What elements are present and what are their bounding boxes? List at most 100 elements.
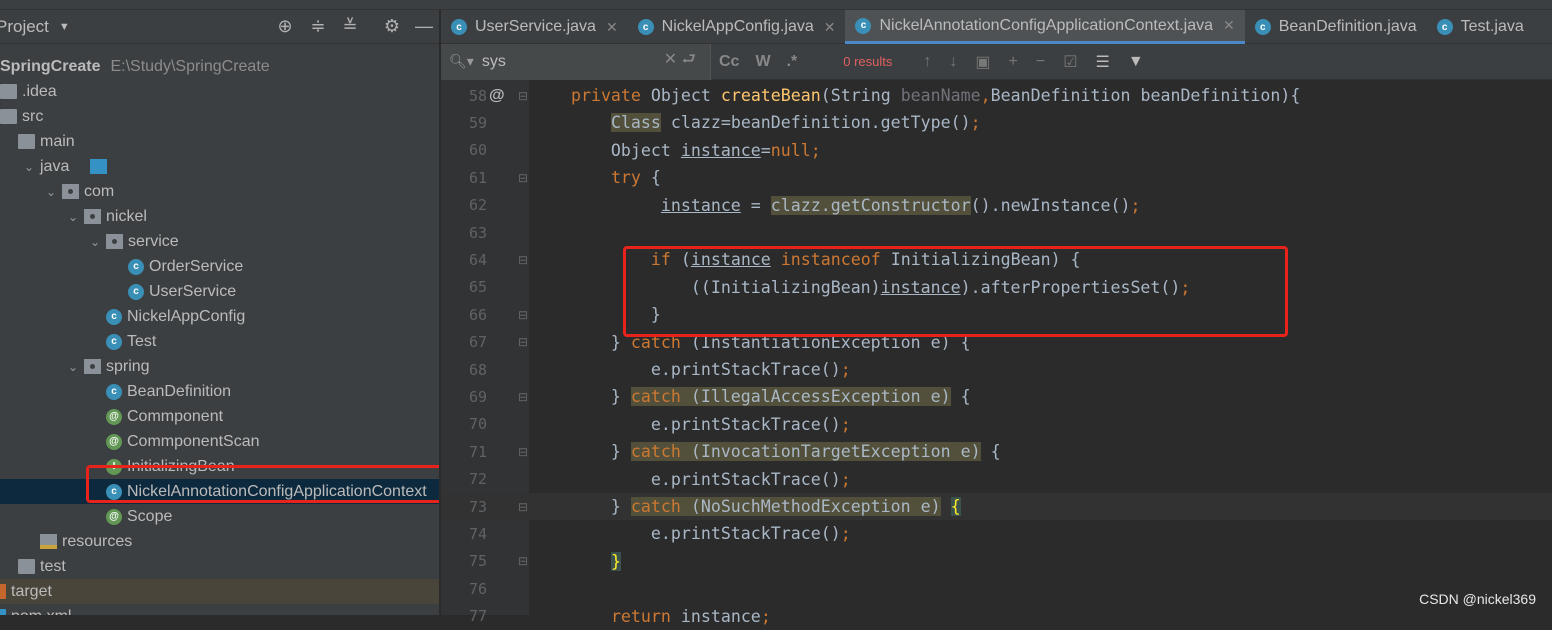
line-number: 74 (468, 524, 487, 543)
tree-item[interactable]: c Test (0, 329, 439, 354)
code-token: e.printStackTrace() (531, 469, 841, 489)
search-input[interactable]: sys (482, 53, 506, 71)
chevron-down-icon[interactable]: ⌄ (66, 210, 80, 224)
code-line[interactable]: 69 ⊟ } catch (IllegalAccessException e) { (441, 383, 1552, 410)
fold-icon[interactable]: ⊟ (518, 500, 528, 514)
tree-item[interactable]: resources (0, 529, 439, 554)
chevron-down-icon[interactable]: ⌄ (66, 360, 80, 374)
tree-item[interactable]: c BeanDefinition (0, 379, 439, 404)
code-token: clazz=beanDefinition.getType() (660, 113, 971, 133)
match-case-toggle[interactable]: Cc (719, 53, 739, 71)
code-token: (IllegalAccessException e) (680, 387, 951, 407)
remove-occurrence-icon[interactable]: − (1036, 53, 1045, 71)
code-line[interactable]: 71 ⊟ } catch (InvocationTargetException e… (441, 438, 1552, 465)
tree-item[interactable]: src (0, 104, 439, 129)
tree-item[interactable]: pom.xml (0, 604, 439, 615)
chevron-down-icon[interactable]: ⌄ (88, 235, 102, 249)
filter-lines-icon[interactable]: ☰ (1096, 52, 1110, 72)
code-line[interactable]: 74 e.printStackTrace(); (441, 520, 1552, 547)
line-number: 68 (468, 360, 487, 379)
tab-userservice-java[interactable]: c UserService.java ✕ (441, 10, 628, 44)
code-line[interactable]: 63 (441, 219, 1552, 246)
tab-nickelappconfig-java[interactable]: c NickelAppConfig.java ✕ (628, 10, 846, 44)
tree-item[interactable]: test (0, 554, 439, 579)
code-token: ().newInstance() (970, 195, 1131, 215)
code-editor[interactable]: 58 @ ⊟ private Object createBean(String be… (441, 80, 1552, 626)
tree-item[interactable]: c NickelAppConfig (0, 304, 439, 329)
gear-icon[interactable]: ⚙ (381, 16, 403, 37)
collapse-all-icon[interactable]: ≚ (339, 16, 361, 37)
chevron-down-icon[interactable]: ⌄ (44, 185, 58, 199)
code-line[interactable]: 61 ⊟ try { (441, 164, 1552, 191)
code-token: ; (760, 606, 771, 626)
close-icon[interactable]: ✕ (824, 19, 836, 36)
expand-all-icon[interactable]: ≑ (307, 16, 329, 37)
code-token: ; (840, 469, 851, 489)
code-line[interactable]: 72 e.printStackTrace(); (441, 466, 1552, 493)
code-token: } (531, 442, 631, 462)
tree-item[interactable]: target (0, 579, 439, 604)
fold-icon[interactable]: ⊟ (518, 171, 528, 185)
fold-icon[interactable]: ⊟ (518, 308, 528, 322)
search-icon[interactable]: 🔍︎▾ (449, 53, 474, 70)
tree-item[interactable]: ⌄ com (0, 179, 439, 204)
arrow-up-icon[interactable]: ↑ (923, 53, 931, 71)
tree-item[interactable]: c OrderService (0, 254, 439, 279)
tab-test-java[interactable]: c Test.java (1427, 10, 1534, 44)
tree-item[interactable]: ⌄ spring (0, 354, 439, 379)
select-all-icon[interactable]: ▣ (975, 52, 990, 72)
select-all-occurrences-icon[interactable]: ☑ (1063, 52, 1077, 72)
code-text: instance = clazz.getConstructor().newIns… (531, 195, 1140, 215)
class-icon: c (637, 19, 654, 35)
tab-label: UserService.java (475, 18, 596, 35)
tree-item-path: E:\Study\SpringCreate (110, 57, 270, 75)
code-line[interactable]: 77 return instance; (441, 603, 1552, 630)
tree-item[interactable]: c UserService (0, 279, 439, 304)
fold-icon[interactable]: ⊟ (518, 335, 528, 349)
code-token: null; (770, 140, 821, 160)
override-icon[interactable]: @ (489, 87, 505, 105)
close-icon[interactable]: ✕ (1223, 17, 1235, 34)
class-icon: c (106, 383, 122, 400)
filter-icon[interactable]: ▼ (1128, 53, 1144, 71)
tree-item[interactable]: @ Scope (0, 504, 439, 529)
close-icon[interactable]: ✕ (606, 19, 618, 36)
code-line[interactable]: 76 (441, 575, 1552, 602)
tree-item[interactable]: ⌄ nickel (0, 204, 439, 229)
code-line[interactable]: 60 Object instance=null; (441, 137, 1552, 164)
code-line[interactable]: 75 ⊟ } (441, 548, 1552, 575)
tree-item[interactable]: SpringCreate E:\Study\SpringCreate (0, 54, 439, 79)
tree-item[interactable]: main (0, 129, 439, 154)
project-view-selector[interactable]: Project (0, 17, 49, 37)
tab-beandefinition-java[interactable]: c BeanDefinition.java (1245, 10, 1427, 44)
tree-item[interactable]: ⌄ java (0, 154, 439, 179)
fold-icon[interactable]: ⊟ (518, 253, 528, 267)
code-line[interactable]: 70 e.printStackTrace(); (441, 411, 1552, 438)
tab-nickelannotationconfigapplicationcontext-java[interactable]: c NickelAnnotationConfigApplicationContex… (845, 10, 1245, 44)
tree-item[interactable]: ⌄ service (0, 229, 439, 254)
excluded-folder-icon (0, 584, 6, 599)
regex-toggle[interactable]: .* (787, 53, 798, 71)
minimize-icon[interactable]: — (413, 16, 435, 37)
words-toggle[interactable]: W (755, 53, 770, 71)
fold-icon[interactable]: ⊟ (518, 445, 528, 459)
code-line[interactable]: 58 @ ⊟ private Object createBean(String be… (441, 82, 1552, 109)
tree-item[interactable]: .idea (0, 79, 439, 104)
fold-icon[interactable]: ⊟ (518, 89, 528, 103)
clear-icon[interactable]: ✕ ⮐ (664, 48, 696, 75)
code-line[interactable]: 73 ⊟ } catch (NoSuchMethodException e) { (441, 493, 1552, 520)
tree-item-label: Commponent (127, 407, 224, 425)
arrow-down-icon[interactable]: ↓ (949, 53, 957, 71)
code-line[interactable]: 59 Class clazz=beanDefinition.getType(); (441, 109, 1552, 136)
code-line[interactable]: 68 e.printStackTrace(); (441, 356, 1552, 383)
chevron-down-icon[interactable]: ▼ (59, 21, 70, 33)
code-text: } (531, 551, 621, 571)
tree-item[interactable]: @ CommponentScan (0, 429, 439, 454)
code-line[interactable]: 62 instance = clazz.getConstructor().new… (441, 192, 1552, 219)
add-occurrence-icon[interactable]: + (1009, 53, 1018, 71)
fold-icon[interactable]: ⊟ (518, 554, 528, 568)
fold-icon[interactable]: ⊟ (518, 390, 528, 404)
locate-icon[interactable]: ⊕ (274, 16, 296, 37)
tree-item[interactable]: @ Commponent (0, 404, 439, 429)
chevron-down-icon[interactable]: ⌄ (22, 160, 36, 174)
